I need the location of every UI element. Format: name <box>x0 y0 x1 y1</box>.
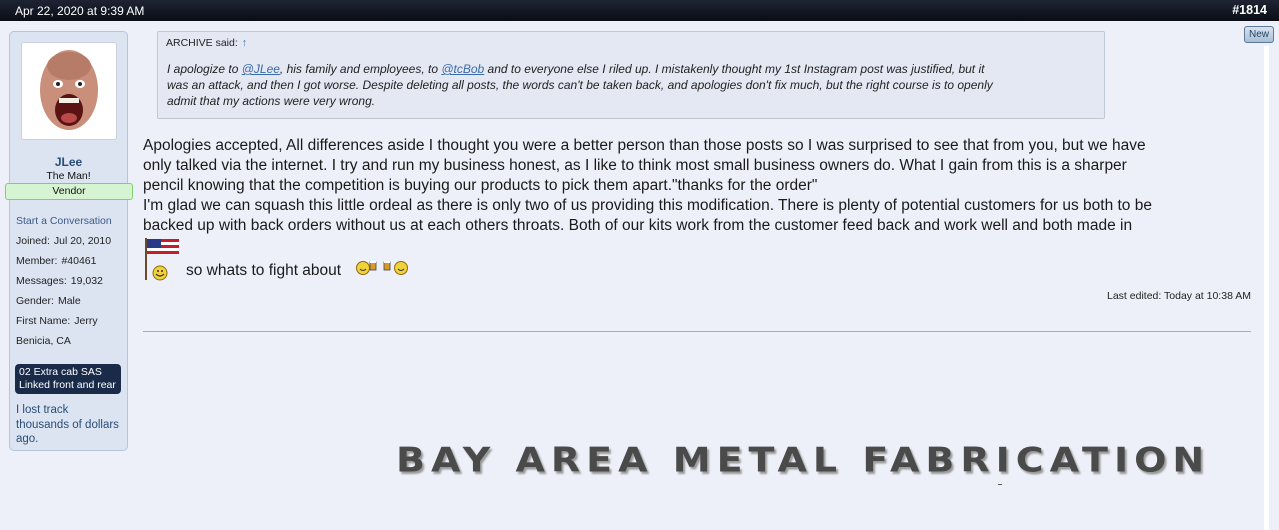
vendor-banner: Vendor <box>5 183 133 200</box>
quote-body: I apologize to @JLee, his family and emp… <box>167 61 1092 109</box>
last-edited-note: Last edited: Today at 10:38 AM <box>1107 290 1251 302</box>
message-line: backed up with back orders without us at… <box>143 217 1133 234</box>
message-line: pencil knowing that the competition is b… <box>143 177 818 194</box>
stat-first-name: First Name: Jerry <box>16 315 98 327</box>
stat-value: Male <box>57 295 81 307</box>
quote-author: ARCHIVE said: <box>166 37 238 49</box>
stat-joined: Joined: Jul 20, 2010 <box>16 235 111 247</box>
start-conversation-link[interactable]: Start a Conversation <box>16 215 112 227</box>
post-date[interactable]: Apr 22, 2020 at 9:39 AM <box>15 4 144 18</box>
stat-value: Jerry <box>74 315 98 327</box>
usa-flag-smiley-icon <box>145 238 179 281</box>
mention-jlee[interactable]: @JLee <box>242 62 280 76</box>
avatar[interactable] <box>21 42 117 140</box>
post-permalink[interactable]: #1814 <box>1232 3 1267 17</box>
custom-field-line: Linked front and rear <box>19 379 116 391</box>
stat-label: Member: <box>16 255 58 267</box>
stat-value: #40461 <box>61 255 97 267</box>
stat-label: Gender: <box>16 295 54 307</box>
quote-line: was an attack, and then I got worse. Des… <box>167 78 993 92</box>
username[interactable]: JLee <box>10 155 127 169</box>
quote-block: ARCHIVE said: ↑ I apologize to @JLee, his… <box>157 31 1105 119</box>
message-line: only talked via the internet. I try and … <box>143 157 1127 174</box>
stat-label: Messages: <box>16 275 67 287</box>
scroll-strip <box>1264 46 1269 530</box>
quote-header: ARCHIVE said: ↑ <box>166 37 247 49</box>
quote-line: admit that my actions were very wrong. <box>167 94 376 108</box>
mention-tcbob[interactable]: @tcBob <box>441 62 484 76</box>
quote-jump-arrow-icon[interactable]: ↑ <box>242 37 247 49</box>
stat-label: Joined: <box>16 235 50 247</box>
quote-text: , his family and employees, to <box>279 62 442 76</box>
custom-user-text: I lost track thousands of dollars ago. <box>16 404 119 445</box>
quote-text: I apologize to <box>167 62 242 76</box>
message-body: Apologies accepted, All differences asid… <box>143 136 1253 236</box>
signature-banner: BAY AREA METAL FABRICATION <box>390 436 1204 490</box>
message-line: Apologies accepted, All differences asid… <box>143 137 1146 154</box>
user-title: The Man! <box>46 170 91 182</box>
signature-link-mark[interactable] <box>998 484 1002 485</box>
stat-value[interactable]: 19,032 <box>71 275 103 287</box>
avatar-face-icon <box>40 50 98 130</box>
post-header-bar: Apr 22, 2020 at 9:39 AM #1814 <box>0 0 1279 21</box>
signature-text: BAY AREA METAL FABRICATION <box>396 440 1211 480</box>
stat-location: Benicia, CA <box>16 335 71 347</box>
stat-label: First Name: <box>16 315 71 327</box>
user-info-panel: JLee The Man! Vendor Start a Conversatio… <box>5 31 133 451</box>
stat-value: Benicia, CA <box>16 335 71 347</box>
stat-gender: Gender: Male <box>16 295 81 307</box>
stat-member: Member: #40461 <box>16 255 96 267</box>
new-badge[interactable]: New <box>1244 26 1274 43</box>
stat-messages: Messages: 19,032 <box>16 275 103 287</box>
quote-text: and to everyone else I riled up. I mista… <box>484 62 985 76</box>
signature-divider <box>143 331 1251 332</box>
stat-value: Jul 20, 2010 <box>53 235 112 247</box>
custom-field-line: 02 Extra cab SAS <box>19 366 102 378</box>
closing-text: so whats to fight about <box>186 262 342 279</box>
vehicle-custom-field: 02 Extra cab SAS Linked front and rear <box>15 364 121 394</box>
message-line: I'm glad we can squash this little ordea… <box>143 197 1152 214</box>
beer-cheers-smiley-icon <box>356 261 408 275</box>
message-closing-line: so whats to fight about <box>143 236 543 282</box>
quote-line: I apologize to @JLee, his family and emp… <box>167 61 1092 77</box>
